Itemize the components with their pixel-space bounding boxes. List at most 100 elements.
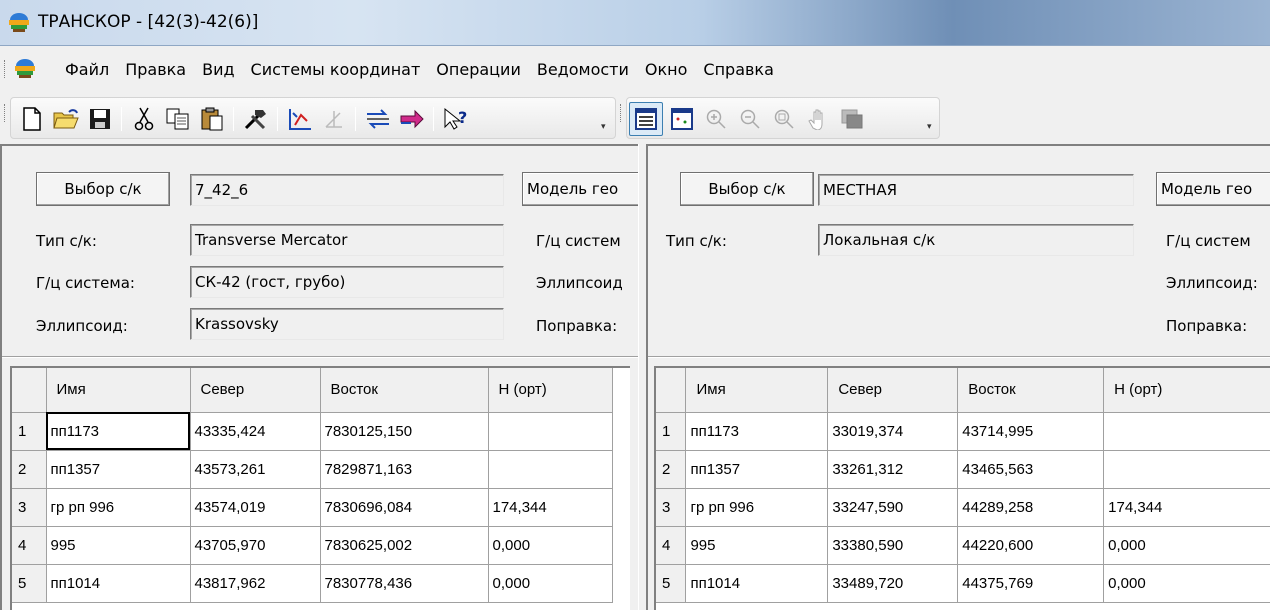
layers-icon[interactable] [835,102,869,136]
source-points-table[interactable]: Имя Север Восток H (орт) 1 пп1173 43335,… [10,366,630,610]
copy-icon[interactable] [161,102,195,136]
convert-arrow-icon[interactable] [395,102,429,136]
row-number[interactable]: 3 [12,488,47,527]
cell-height[interactable]: 0,000 [488,526,613,565]
panel-splitter[interactable] [638,144,646,610]
cell-height[interactable]: 174,344 [488,488,613,527]
cell-north[interactable]: 33380,590 [827,526,959,565]
paste-icon[interactable] [195,102,229,136]
row-number[interactable]: 1 [12,412,47,451]
cell-east[interactable]: 7830125,150 [320,412,489,451]
cell-name[interactable]: пп1357 [685,450,829,489]
menu-reports[interactable]: Ведомости [530,58,638,81]
cell-north[interactable]: 33019,374 [827,412,959,451]
cell-east[interactable]: 7829871,163 [320,450,489,489]
row-number[interactable]: 2 [12,450,47,489]
row-number[interactable]: 1 [656,412,687,451]
row-number[interactable]: 3 [656,488,687,527]
cell-name[interactable]: пп1173 [685,412,829,451]
cell-height[interactable] [488,450,613,489]
column-header-height[interactable]: H (орт) [488,368,613,413]
swap-icon[interactable] [361,102,395,136]
cell-east[interactable]: 44220,600 [957,526,1105,565]
cell-name[interactable]: пп1357 [46,450,191,489]
help-pointer-icon[interactable]: ? [439,102,473,136]
cell-north[interactable]: 33489,720 [827,564,959,603]
cell-east[interactable]: 44289,258 [957,488,1105,527]
row-number[interactable]: 5 [12,564,47,603]
toolbar-overflow-icon[interactable]: ▾ [927,122,932,132]
row-number[interactable]: 5 [656,564,687,603]
menu-help[interactable]: Справка [696,58,783,81]
cell-east[interactable]: 7830696,084 [320,488,489,527]
menu-coordinate-systems[interactable]: Системы координат [244,58,430,81]
cell-east[interactable]: 44375,769 [957,564,1105,603]
corner-cell[interactable] [656,368,687,413]
cs-name-field[interactable]: МЕСТНАЯ [818,174,1134,206]
cell-north[interactable]: 33247,590 [827,488,959,527]
transform-points-icon[interactable] [283,102,317,136]
cs-name-field[interactable]: 7_42_6 [190,174,504,206]
cell-north[interactable]: 43574,019 [190,488,321,527]
row-number[interactable]: 4 [656,526,687,565]
zoom-fit-icon[interactable] [767,102,801,136]
geoid-model-button[interactable]: Модель гео [1156,172,1270,206]
cell-east[interactable]: 43465,563 [957,450,1105,489]
cell-name[interactable]: гр рп 996 [685,488,829,527]
axes-icon[interactable] [317,102,351,136]
menu-file[interactable]: Файл [58,58,118,81]
cell-name[interactable]: гр рп 996 [46,488,191,527]
cell-height[interactable]: 0,000 [1103,526,1270,565]
cell-height[interactable] [1103,450,1270,489]
cell-name[interactable]: пп1014 [46,564,191,603]
zoom-out-icon[interactable] [733,102,767,136]
map-view-icon[interactable] [665,102,699,136]
cut-icon[interactable] [127,102,161,136]
zoom-in-icon[interactable] [699,102,733,136]
row-number[interactable]: 4 [12,526,47,565]
menu-window[interactable]: Окно [638,58,697,81]
cell-east[interactable]: 7830625,002 [320,526,489,565]
column-header-name[interactable]: Имя [685,368,829,413]
cell-height[interactable]: 0,000 [488,564,613,603]
select-cs-button[interactable]: Выбор с/к [36,172,170,206]
cell-name[interactable]: пп1173 [46,412,191,451]
target-points-table[interactable]: Имя Север Восток H (орт) 1 пп1173 33019,… [654,366,1270,610]
select-cs-button[interactable]: Выбор с/к [680,172,814,206]
column-header-north[interactable]: Север [827,368,959,413]
cell-height[interactable]: 174,344 [1103,488,1270,527]
cell-name[interactable]: 995 [46,526,191,565]
menu-edit[interactable]: Правка [118,58,195,81]
column-header-east[interactable]: Восток [320,368,489,413]
column-header-north[interactable]: Север [190,368,321,413]
geoid-model-button[interactable]: Модель гео [522,172,642,206]
cell-name[interactable]: 995 [685,526,829,565]
toolbar-grip[interactable] [4,104,7,122]
cell-north[interactable]: 33261,312 [827,450,959,489]
list-view-icon[interactable] [629,102,663,136]
new-file-icon[interactable] [15,102,49,136]
menu-grip[interactable] [4,60,7,78]
tools-icon[interactable] [239,102,273,136]
cell-east[interactable]: 7830778,436 [320,564,489,603]
cell-north[interactable]: 43705,970 [190,526,321,565]
document-system-menu-icon[interactable] [12,58,38,80]
menu-operations[interactable]: Операции [429,58,530,81]
row-number[interactable]: 2 [656,450,687,489]
menu-view[interactable]: Вид [195,58,243,81]
cell-height[interactable] [1103,412,1270,451]
toolbar-overflow-icon[interactable]: ▾ [601,122,606,132]
open-folder-icon[interactable] [49,102,83,136]
title-bar[interactable]: ТРАНСКОР - [42(3)-42(6)] [0,0,1270,46]
cell-north[interactable]: 43573,261 [190,450,321,489]
cell-north[interactable]: 43817,962 [190,564,321,603]
corner-cell[interactable] [12,368,47,413]
column-header-name[interactable]: Имя [46,368,191,413]
cell-north[interactable]: 43335,424 [190,412,321,451]
cell-height[interactable] [488,412,613,451]
column-header-height[interactable]: H (орт) [1103,368,1270,413]
column-header-east[interactable]: Восток [957,368,1105,413]
save-icon[interactable] [83,102,117,136]
cell-name[interactable]: пп1014 [685,564,829,603]
toolbar-grip[interactable] [620,104,623,122]
